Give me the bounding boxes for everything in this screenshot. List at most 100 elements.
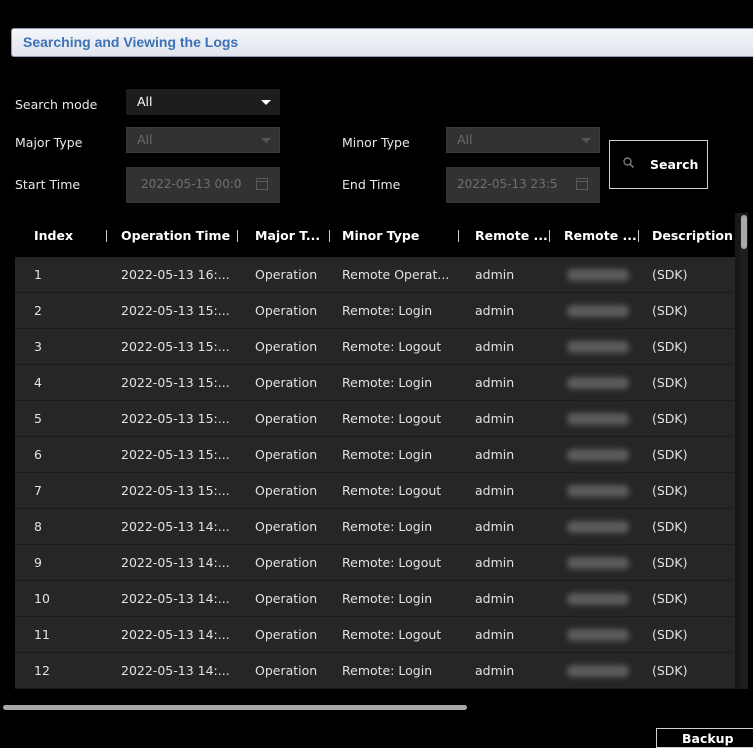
major-type-select[interactable]: All <box>126 127 280 153</box>
minor-type-select[interactable]: All <box>446 127 600 153</box>
vertical-scrollbar[interactable] <box>740 213 748 689</box>
cell-major-type: Operation <box>255 411 318 426</box>
redacted-remote-host <box>567 269 629 281</box>
cell-remote-user: admin <box>475 447 515 462</box>
table-row[interactable]: 12 2022-05-13 14:... Operation Remote: Logi… <box>15 653 735 689</box>
redacted-remote-host <box>567 377 629 389</box>
column-header-minor-type[interactable]: Minor Type <box>342 228 419 243</box>
column-header-remote-host[interactable]: Remote ... <box>564 228 637 243</box>
cell-index: 5 <box>34 411 42 426</box>
table-row[interactable]: 11 2022-05-13 14:... Operation Remote: Logo… <box>15 617 735 653</box>
column-divider[interactable] <box>106 230 107 242</box>
cell-minor-type: Remote: Logout <box>342 411 442 426</box>
cell-remote-user: admin <box>475 591 515 606</box>
cell-major-type: Operation <box>255 375 318 390</box>
start-time-label: Start Time <box>15 177 81 192</box>
table-row[interactable]: 4 2022-05-13 15:... Operation Remote: Login… <box>15 365 735 401</box>
start-time-field[interactable]: 2022-05-13 00:0 <box>126 167 280 203</box>
end-time-label: End Time <box>342 177 401 192</box>
table-row[interactable]: 7 2022-05-13 15:... Operation Remote: Logou… <box>15 473 735 509</box>
cell-major-type: Operation <box>255 627 318 642</box>
table-row[interactable]: 9 2022-05-13 14:... Operation Remote: Logou… <box>15 545 735 581</box>
column-divider[interactable] <box>638 230 639 242</box>
column-header-remote-user[interactable]: Remote ... <box>475 228 548 243</box>
calendar-icon[interactable] <box>576 178 588 190</box>
cell-description: (SDK) <box>652 375 688 390</box>
search-mode-select[interactable]: All <box>126 89 280 115</box>
cell-minor-type: Remote: Login <box>342 375 433 390</box>
cell-operation-time: 2022-05-13 15:... <box>121 375 230 390</box>
redacted-remote-host <box>567 629 629 641</box>
cell-description: (SDK) <box>652 447 688 462</box>
cell-operation-time: 2022-05-13 16:... <box>121 267 230 282</box>
calendar-icon[interactable] <box>256 178 268 190</box>
cell-index: 11 <box>34 627 50 642</box>
search-button[interactable]: Search <box>609 140 708 189</box>
cell-remote-user: admin <box>475 411 515 426</box>
table-row[interactable]: 2 2022-05-13 15:... Operation Remote: Login… <box>15 293 735 329</box>
cell-index: 2 <box>34 303 42 318</box>
cell-index: 10 <box>34 591 50 606</box>
cell-remote-user: admin <box>475 627 515 642</box>
column-header-operation-time[interactable]: Operation Time <box>121 228 230 243</box>
cell-description: (SDK) <box>652 519 688 534</box>
redacted-remote-host <box>567 449 629 461</box>
cell-remote-user: admin <box>475 555 515 570</box>
redacted-remote-host <box>567 557 629 569</box>
cell-operation-time: 2022-05-13 14:... <box>121 627 230 642</box>
page-title: Searching and Viewing the Logs <box>23 34 239 50</box>
cell-major-type: Operation <box>255 267 318 282</box>
search-icon <box>623 157 634 168</box>
cell-index: 7 <box>34 483 42 498</box>
cell-remote-user: admin <box>475 303 515 318</box>
horizontal-scrollbar-thumb[interactable] <box>3 705 467 710</box>
table-row[interactable]: 3 2022-05-13 15:... Operation Remote: Logou… <box>15 329 735 365</box>
log-table: Index Operation Time Major T... Minor Ty… <box>15 213 748 689</box>
cell-index: 9 <box>34 555 42 570</box>
caret-down-icon <box>261 100 271 105</box>
cell-description: (SDK) <box>652 303 688 318</box>
table-row[interactable]: 10 2022-05-13 14:... Operation Remote: Logi… <box>15 581 735 617</box>
cell-description: (SDK) <box>652 339 688 354</box>
minor-type-value: All <box>457 132 473 147</box>
column-header-major-type[interactable]: Major T... <box>255 228 320 243</box>
column-header-index[interactable]: Index <box>34 228 73 243</box>
cell-description: (SDK) <box>652 483 688 498</box>
cell-remote-user: admin <box>475 483 515 498</box>
backup-button[interactable]: Backup <box>656 728 753 748</box>
table-row[interactable]: 6 2022-05-13 15:... Operation Remote: Login… <box>15 437 735 473</box>
cell-minor-type: Remote: Login <box>342 303 433 318</box>
vertical-scrollbar-thumb[interactable] <box>741 215 747 249</box>
cell-operation-time: 2022-05-13 15:... <box>121 447 230 462</box>
cell-description: (SDK) <box>652 663 688 678</box>
cell-minor-type: Remote Operat... <box>342 267 450 282</box>
cell-major-type: Operation <box>255 303 318 318</box>
redacted-remote-host <box>567 665 629 677</box>
column-divider[interactable] <box>458 230 459 242</box>
cell-major-type: Operation <box>255 339 318 354</box>
table-row[interactable]: 5 2022-05-13 15:... Operation Remote: Logou… <box>15 401 735 437</box>
redacted-remote-host <box>567 341 629 353</box>
redacted-remote-host <box>567 593 629 605</box>
backup-button-label: Backup <box>682 731 734 746</box>
cell-operation-time: 2022-05-13 15:... <box>121 303 230 318</box>
column-divider[interactable] <box>329 230 330 242</box>
column-divider[interactable] <box>549 230 550 242</box>
search-mode-value: All <box>137 94 153 109</box>
column-header-description[interactable]: Description <box>652 228 733 243</box>
major-type-value: All <box>137 132 153 147</box>
table-row[interactable]: 8 2022-05-13 14:... Operation Remote: Login… <box>15 509 735 545</box>
table-row[interactable]: 1 2022-05-13 16:... Operation Remote Operat… <box>15 257 735 293</box>
cell-minor-type: Remote: Login <box>342 519 433 534</box>
end-time-field[interactable]: 2022-05-13 23:5 <box>446 167 600 203</box>
cell-major-type: Operation <box>255 591 318 606</box>
cell-remote-user: admin <box>475 267 515 282</box>
start-time-value: 2022-05-13 00:0 <box>141 177 242 191</box>
cell-minor-type: Remote: Logout <box>342 339 442 354</box>
cell-index: 8 <box>34 519 42 534</box>
cell-index: 3 <box>34 339 42 354</box>
end-time-value: 2022-05-13 23:5 <box>457 177 558 191</box>
column-divider[interactable] <box>237 230 238 242</box>
cell-operation-time: 2022-05-13 15:... <box>121 483 230 498</box>
table-header: Index Operation Time Major T... Minor Ty… <box>15 213 735 257</box>
